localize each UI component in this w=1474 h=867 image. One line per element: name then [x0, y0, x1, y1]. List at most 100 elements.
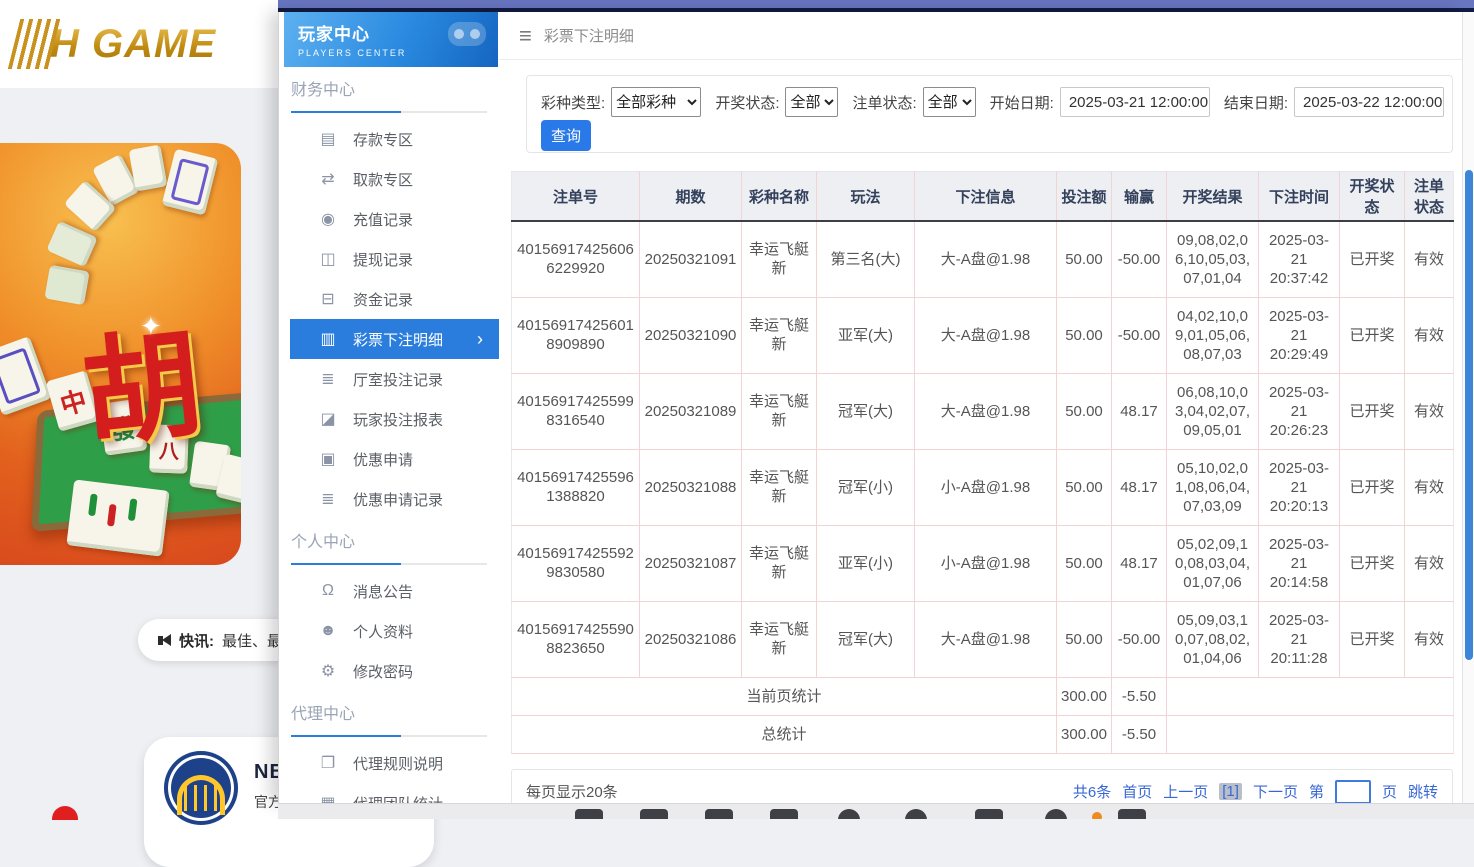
sidebar-sections: 财务中心▤存款专区⇄取款专区◉充值记录◫提现记录⊟资金记录▥彩票下注明细›≣厅室… [279, 79, 499, 823]
cell-issue: 20250321089 [640, 373, 742, 449]
cell-bet-id: 401569174256066229920 [512, 221, 640, 297]
cell-play: 亚军(大) [817, 297, 915, 373]
scrollbar[interactable] [1462, 12, 1474, 803]
prev-page-link[interactable]: 上一页 [1163, 781, 1208, 802]
cell-bet-amount: 50.00 [1057, 297, 1112, 373]
bet-details-table: 注单号期数彩种名称玩法下注信息投注额输赢开奖结果下注时间开奖状态注单状态 401… [511, 171, 1454, 754]
cell-bet-amount: 50.00 [1057, 525, 1112, 601]
cell-bet-time: 2025-03-21 20:11:28 [1259, 601, 1340, 677]
current-page-indicator[interactable]: [1] [1219, 783, 1242, 800]
bet-status-select[interactable]: 全部 [923, 87, 976, 117]
cell-issue: 20250321090 [640, 297, 742, 373]
cell-draw-result: 04,02,10,09,01,05,06,08,07,03 [1167, 297, 1259, 373]
cell-issue: 20250321091 [640, 221, 742, 297]
cell-play: 冠军(小) [817, 449, 915, 525]
summary-empty [1167, 715, 1454, 753]
cell-bet-id: 401569174255998316540 [512, 373, 640, 449]
cell-bet-id: 401569174255929830580 [512, 525, 640, 601]
sidebar-item[interactable]: ≣ 厅室投注记录 [279, 359, 499, 399]
table-row: 40156917425590882365020250321086幸运飞艇新冠军(… [512, 601, 1454, 677]
cell-bet-status: 有效 [1405, 297, 1454, 373]
cut-off-icon [705, 809, 733, 819]
summary-label: 当前页统计 [512, 677, 1057, 715]
sidebar-item[interactable]: Ω消息公告 [279, 571, 499, 611]
cell-lottery-name: 幸运飞艇新 [742, 449, 817, 525]
sidebar-item[interactable]: ☻个人资料 [279, 611, 499, 651]
mahjong-tile [66, 479, 169, 556]
sidebar-item[interactable]: ⇄取款专区 [279, 159, 499, 199]
cut-off-icon [640, 809, 668, 819]
section-divider [291, 735, 487, 737]
mahjong-tile [162, 149, 219, 216]
cell-issue: 20250321087 [640, 525, 742, 601]
cell-lottery-name: 幸运飞艇新 [742, 297, 817, 373]
cut-off-icon [975, 809, 1003, 819]
sidebar-item[interactable]: ◪玩家投注报表 [279, 399, 499, 439]
sidebar-item[interactable]: ▣优惠申请 [279, 439, 499, 479]
sidebar-item[interactable]: ≣优惠申请记录 [279, 479, 499, 519]
hamburger-icon[interactable]: ≡ [519, 25, 532, 47]
table-row: 40156917425599831654020250321089幸运飞艇新冠军(… [512, 373, 1454, 449]
cell-draw-result: 05,09,03,10,07,08,02,01,04,06 [1167, 601, 1259, 677]
cell-draw-status: 已开奖 [1340, 297, 1405, 373]
column-header-bet-time: 下注时间 [1259, 172, 1340, 222]
cell-bet-info: 大-A盘@1.98 [915, 601, 1057, 677]
chevron-right-icon: › [477, 329, 483, 350]
total-count-text: 共6条 [1073, 781, 1111, 802]
draw-status-select[interactable]: 全部 [785, 87, 838, 117]
start-date-input[interactable] [1060, 87, 1210, 117]
underlying-top-bar [278, 0, 1474, 8]
summary-row: 当前页统计300.00-5.50 [512, 677, 1454, 715]
lottery-type-select[interactable]: 全部彩种 [611, 87, 701, 117]
page-jump-input[interactable] [1335, 780, 1371, 804]
sidebar-item[interactable]: ❐代理规则说明 [279, 743, 499, 783]
recharge-moneybag-icon: ◉ [317, 209, 339, 229]
search-button[interactable]: 查询 [541, 120, 591, 151]
column-header-bet-info: 下注信息 [915, 172, 1057, 222]
sidebar-item[interactable]: ◉充值记录 [279, 199, 499, 239]
password-gear-icon: ⚙ [317, 661, 339, 681]
sidebar-section-title: 代理中心 [291, 703, 499, 727]
end-date-input[interactable] [1294, 87, 1444, 117]
cut-off-icon [770, 809, 798, 819]
jump-button[interactable]: 跳转 [1408, 781, 1438, 802]
table-row: 40156917425592983058020250321087幸运飞艇新亚军(… [512, 525, 1454, 601]
cell-lottery-name: 幸运飞艇新 [742, 601, 817, 677]
sidebar-item[interactable]: ⊟资金记录 [279, 279, 499, 319]
cell-bet-amount: 50.00 [1057, 449, 1112, 525]
cell-bet-time: 2025-03-21 20:26:23 [1259, 373, 1340, 449]
sidebar-item[interactable]: ⚙修改密码 [279, 651, 499, 691]
cell-bet-info: 大-A盘@1.98 [915, 297, 1057, 373]
bet-status-label: 注单状态: [852, 92, 916, 113]
column-header-bet-id: 注单号 [512, 172, 640, 222]
section-divider [291, 111, 487, 113]
room-records-icon: ≣ [317, 369, 339, 389]
profile-user-icon: ☻ [317, 622, 339, 640]
summary-row: 总统计300.00-5.50 [512, 715, 1454, 753]
next-page-link[interactable]: 下一页 [1253, 781, 1298, 802]
column-header-win-loss: 输赢 [1112, 172, 1167, 222]
cell-bet-id: 401569174256018909890 [512, 297, 640, 373]
table-row: 40156917425601890989020250321090幸运飞艇新亚军(… [512, 297, 1454, 373]
promo-apply-icon: ▣ [317, 449, 339, 469]
mahjong-tile [129, 145, 168, 192]
cell-lottery-name: 幸运飞艇新 [742, 221, 817, 297]
pagination: 共6条 首页 上一页 [1] 下一页 第 页 跳转 [1073, 780, 1438, 804]
cell-win-loss: -50.00 [1112, 297, 1167, 373]
mahjong-promo-banner[interactable]: 胡 ✦ 中 發 八 [0, 143, 241, 565]
agent-rules-doc-icon: ❐ [317, 753, 339, 773]
cell-draw-status: 已开奖 [1340, 221, 1405, 297]
speaker-icon [158, 634, 171, 646]
page-title: 彩票下注明细 [544, 25, 634, 46]
scrollbar-thumb[interactable] [1465, 170, 1473, 660]
sidebar-header: 玩家中心 PLAYERS CENTER [284, 12, 498, 67]
summary-bet-total: 300.00 [1057, 715, 1112, 753]
sidebar-item[interactable]: ▥彩票下注明细› [290, 319, 499, 359]
first-page-link[interactable]: 首页 [1122, 781, 1152, 802]
sidebar-item-label: 厅室投注记录 [353, 369, 443, 390]
column-header-lottery-name: 彩种名称 [742, 172, 817, 222]
player-report-icon: ◪ [317, 409, 339, 429]
cell-bet-amount: 50.00 [1057, 373, 1112, 449]
sidebar-item[interactable]: ◫提现记录 [279, 239, 499, 279]
sidebar-item[interactable]: ▤存款专区 [279, 119, 499, 159]
